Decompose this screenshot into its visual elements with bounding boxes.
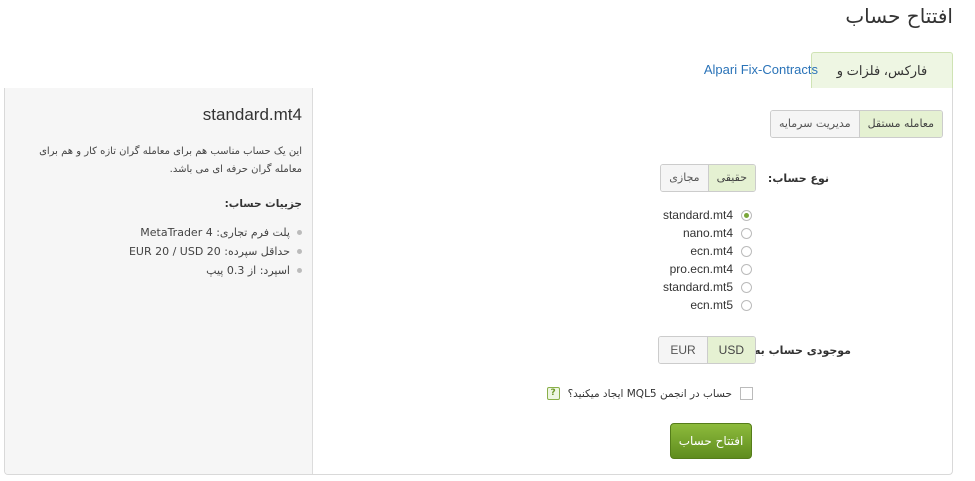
radio-label: standard.mt4 (662, 208, 733, 222)
radio-option-standard-mt4[interactable]: standard.mt4 (663, 206, 752, 224)
account-details-title: جزییات حساب: (224, 198, 302, 210)
account-radio-list: standard.mt4 nano.mt4 ecn.mt4 pro.ecn.mt… (663, 206, 752, 314)
account-info-panel: standard.mt4 این یک حساب مناسب هم برای م… (5, 88, 313, 474)
help-icon[interactable]: ? (546, 387, 560, 400)
account-type-toggle: حقیقی مجازی (660, 164, 756, 192)
open-account-button[interactable]: افتتاح حساب (670, 423, 752, 459)
tab-bar: فارکس، فلزات و CFD Alpari Fix-Contracts (4, 52, 953, 113)
detail-platform: پلت فرم تجاری: MetaTrader 4 (129, 223, 303, 242)
tab-forex-metals-cfd[interactable]: فارکس، فلزات و CFD (811, 52, 953, 113)
radio-option-ecn-mt5[interactable]: ecn.mt5 (663, 296, 752, 314)
account-type-real-button[interactable]: حقیقی (707, 165, 755, 191)
detail-spread: اسپرد: از 0.3 پیپ (129, 261, 303, 280)
radio-button[interactable] (741, 209, 752, 221)
account-name-heading: standard.mt4 (202, 105, 302, 124)
radio-button[interactable] (741, 281, 752, 293)
tab-alpari-fix-contracts[interactable]: Alpari Fix-Contracts (694, 52, 828, 87)
radio-label: ecn.mt4 (690, 244, 733, 258)
radio-label: standard.mt5 (662, 280, 733, 294)
radio-button[interactable] (741, 263, 752, 275)
currency-toggle: USD EUR (658, 336, 756, 364)
currency-eur-button[interactable]: EUR (659, 337, 707, 363)
mode-independent-trading-button[interactable]: معامله مستقل (858, 111, 942, 137)
radio-option-standard-mt5[interactable]: standard.mt5 (663, 278, 752, 296)
mql5-checkbox[interactable] (740, 387, 753, 400)
radio-button[interactable] (741, 299, 752, 311)
trading-mode-toggle: معامله مستقل مدیریت سرمایه (769, 110, 943, 138)
account-type-demo-button[interactable]: مجازی (661, 165, 708, 191)
mode-money-management-button[interactable]: مدیریت سرمایه (770, 111, 859, 137)
radio-option-ecn-mt4[interactable]: ecn.mt4 (663, 242, 752, 260)
account-details-list: پلت فرم تجاری: MetaTrader 4 حداقل سپرده:… (129, 223, 303, 280)
page-title: افتتاح حساب (845, 4, 953, 28)
radio-option-pro-ecn-mt4[interactable]: pro.ecn.mt4 (663, 260, 752, 278)
radio-button[interactable] (741, 245, 752, 257)
radio-option-nano-mt4[interactable]: nano.mt4 (663, 224, 752, 242)
mql5-checkbox-label: حساب در انجمن MQL5 ایجاد میکنید؟ (567, 387, 732, 400)
detail-min-deposit: حداقل سپرده: EUR 20 / USD 20 (129, 242, 303, 261)
radio-label: pro.ecn.mt4 (669, 262, 733, 276)
radio-label: nano.mt4 (682, 226, 733, 240)
currency-label: موجودی حساب به: (749, 344, 851, 357)
account-description: این یک حساب مناسب هم برای معامله گران تا… (39, 146, 302, 175)
currency-usd-button[interactable]: USD (706, 337, 755, 363)
radio-button[interactable] (741, 227, 752, 239)
radio-label: ecn.mt5 (690, 298, 733, 312)
account-form-panel: standard.mt4 این یک حساب مناسب هم برای م… (4, 88, 953, 475)
mql5-option-row: حساب در انجمن MQL5 ایجاد میکنید؟ ? (546, 387, 753, 400)
account-type-label: نوع حساب: (767, 172, 829, 185)
